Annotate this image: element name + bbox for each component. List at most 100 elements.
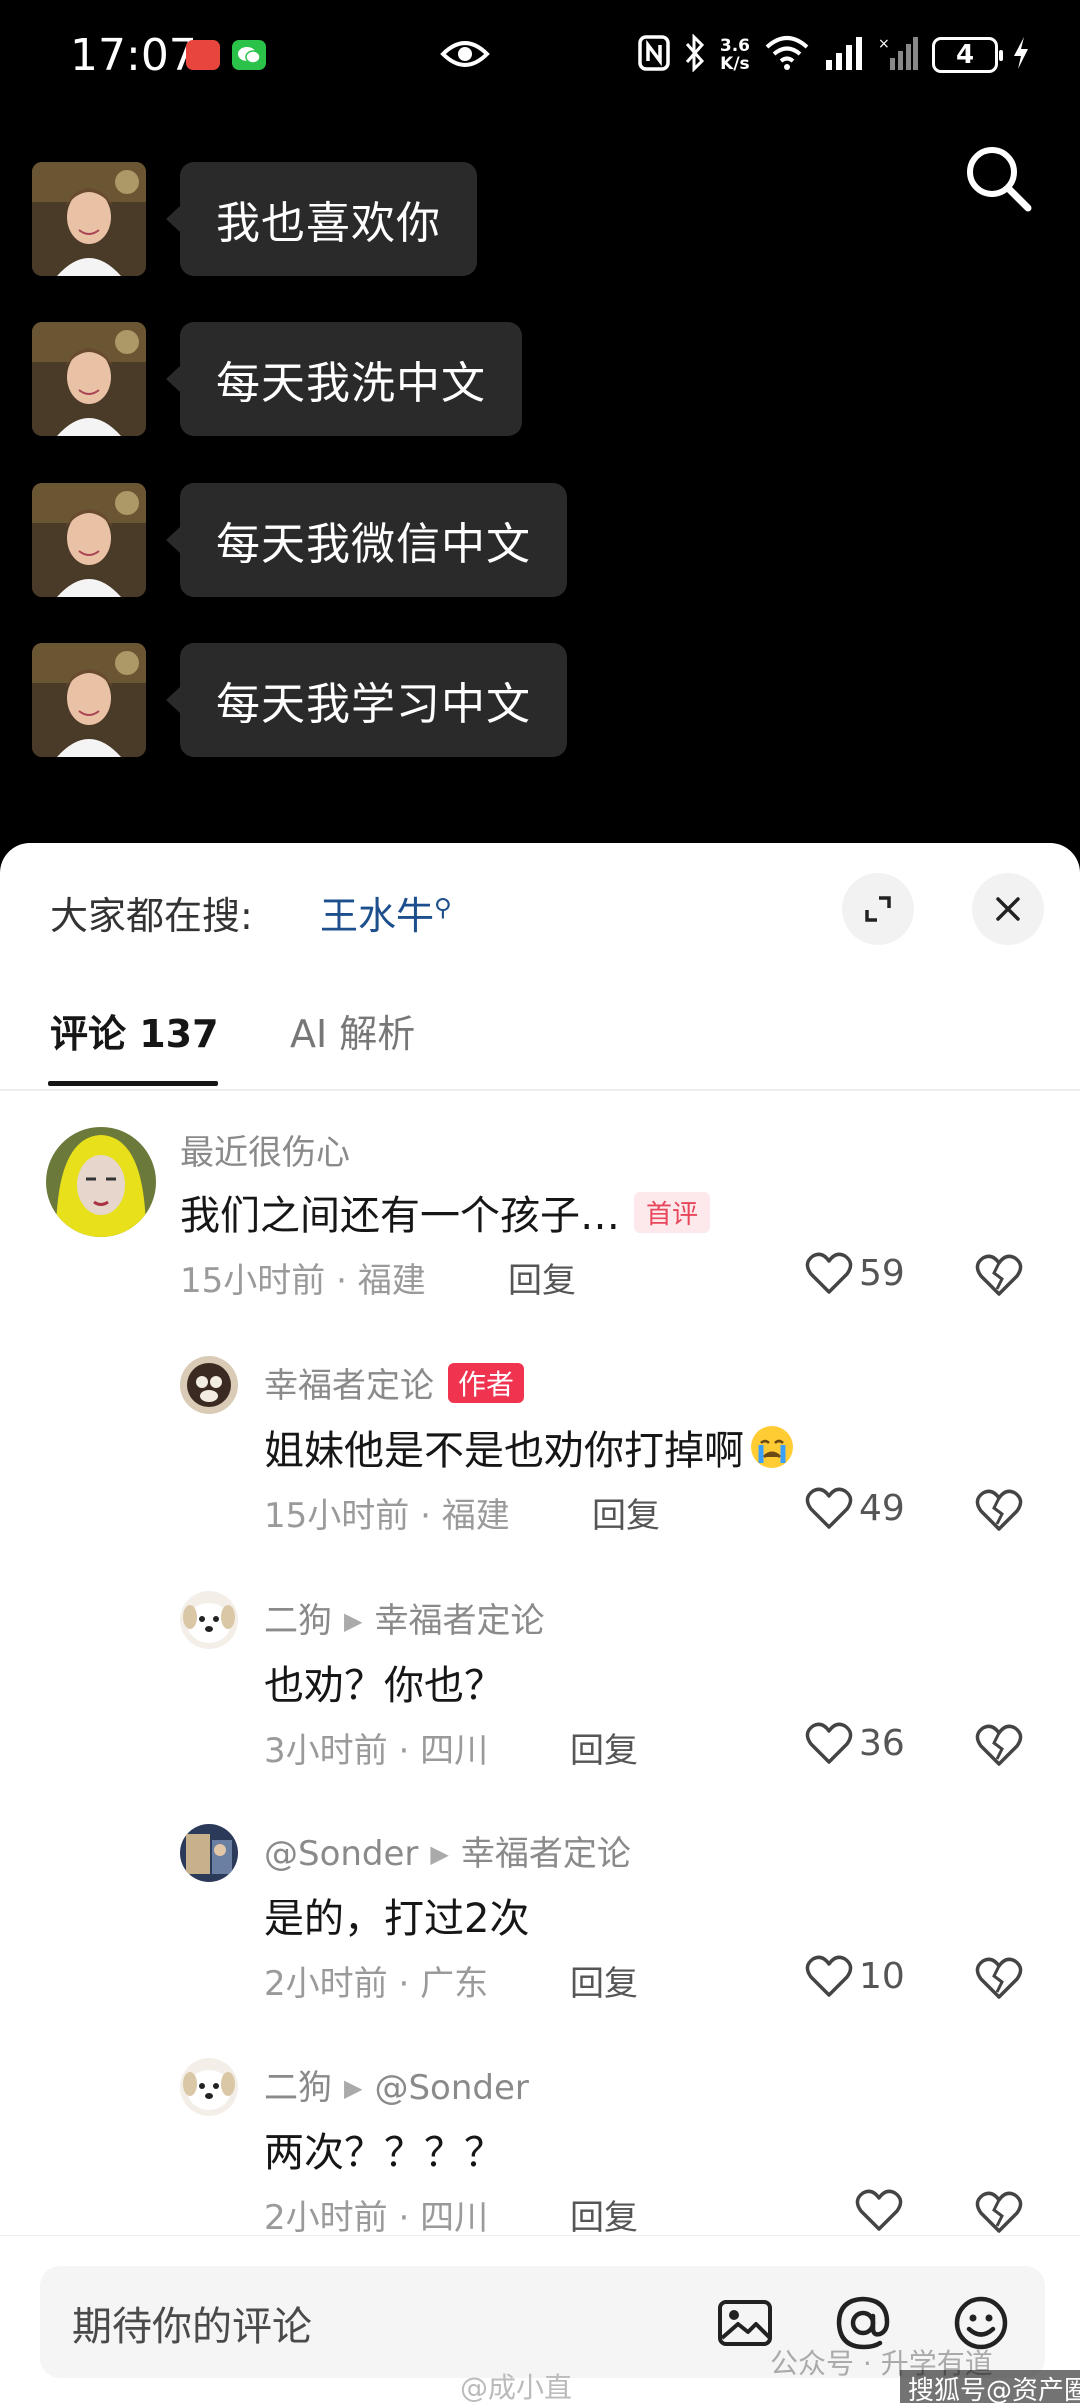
dislike-button[interactable] bbox=[975, 2190, 1023, 2238]
heart-icon bbox=[805, 1955, 853, 1997]
tab-comments[interactable]: 评论 137 bbox=[50, 1003, 219, 1058]
reply-item: 幸福者定论 作者 姐妹他是不是也劝你打掉啊 15小时前 · 福建 回复 49 bbox=[0, 1348, 1080, 1578]
dislike-button[interactable] bbox=[975, 1956, 1023, 2004]
chat-message: 每天我微信中文 bbox=[32, 483, 567, 597]
reply-author[interactable]: @Sonder ▶ 幸福者定论 bbox=[264, 1826, 631, 1875]
reply-author[interactable]: 二狗 ▶ @Sonder bbox=[264, 2060, 529, 2109]
heart-icon bbox=[805, 1487, 853, 1529]
charging-icon bbox=[1012, 36, 1030, 74]
broken-heart-icon bbox=[975, 1957, 1023, 1999]
tab-active-indicator bbox=[48, 1081, 218, 1086]
like-count: 49 bbox=[859, 1487, 905, 1529]
trending-label: 大家都在搜: bbox=[50, 894, 253, 938]
bluetooth-icon bbox=[684, 33, 706, 76]
comment-text: 我们之间还有一个孩子… 首评 bbox=[180, 1183, 711, 1241]
reply-author[interactable]: 二狗 ▶ 幸福者定论 bbox=[264, 1593, 544, 1642]
avatar bbox=[32, 483, 146, 597]
reply-button[interactable]: 回复 bbox=[508, 1253, 576, 1302]
reply-button[interactable]: 回复 bbox=[570, 1723, 638, 1772]
reply-meta: 2小时前 · 四川 bbox=[264, 2198, 489, 2238]
battery-indicator: 4 bbox=[932, 37, 1003, 73]
reply-author[interactable]: 幸福者定论 作者 bbox=[264, 1358, 525, 1407]
avatar[interactable] bbox=[46, 1127, 156, 1237]
reply-button[interactable]: 回复 bbox=[570, 2190, 638, 2239]
reply-item: @Sonder ▶ 幸福者定论 是的，打过2次 2小时前 · 广东 回复 10 bbox=[0, 1816, 1080, 2046]
reply-arrow-icon: ▶ bbox=[344, 1607, 363, 1635]
expand-button[interactable] bbox=[842, 873, 914, 945]
like-button[interactable]: 49 bbox=[805, 1486, 905, 1530]
reply-text: 是的，打过2次 bbox=[264, 1896, 530, 1942]
notification-app-icon bbox=[186, 40, 220, 70]
reply-meta: 15小时前 · 福建 bbox=[264, 1496, 510, 1536]
dislike-button[interactable] bbox=[975, 1488, 1023, 1536]
comment-author[interactable]: 最近很伤心 bbox=[180, 1125, 350, 1174]
reply-arrow-icon: ▶ bbox=[430, 1840, 449, 1868]
wifi-icon bbox=[764, 35, 810, 75]
broken-heart-icon bbox=[975, 1489, 1023, 1531]
signal-2-icon: × bbox=[878, 36, 918, 74]
broken-heart-icon bbox=[975, 2191, 1023, 2233]
tab-ai-analysis[interactable]: AI 解析 bbox=[290, 1003, 415, 1058]
reply-text: 两次？？？？ bbox=[264, 2130, 504, 2176]
search-button[interactable] bbox=[960, 140, 1036, 216]
chat-message: 每天我学习中文 bbox=[32, 643, 567, 757]
chat-bubble: 每天我学习中文 bbox=[166, 643, 567, 757]
nfc-icon bbox=[638, 35, 670, 75]
signal-icon bbox=[824, 36, 864, 74]
broken-heart-icon bbox=[975, 1724, 1023, 1766]
like-button[interactable]: 10 bbox=[805, 1954, 905, 1998]
search-icon bbox=[967, 147, 1032, 212]
heart-icon bbox=[805, 1252, 853, 1294]
avatar[interactable] bbox=[180, 1356, 238, 1414]
reply-item: 二狗 ▶ 幸福者定论 也劝？你也？ 3小时前 · 四川 回复 36 bbox=[0, 1583, 1080, 1813]
net-speed: 3.6 K/s bbox=[719, 36, 750, 74]
image-icon bbox=[718, 2300, 772, 2346]
dislike-button[interactable] bbox=[975, 1253, 1023, 1301]
avatar[interactable] bbox=[180, 2058, 238, 2116]
image-picker-button[interactable] bbox=[716, 2294, 774, 2352]
like-button[interactable]: 59 bbox=[805, 1251, 905, 1295]
avatar[interactable] bbox=[180, 1824, 238, 1882]
reply-meta: 3小时前 · 四川 bbox=[264, 1731, 489, 1771]
wechat-notification-icon bbox=[232, 40, 266, 70]
search-small-icon: ⚲ bbox=[434, 893, 452, 922]
comment-input-bar: 期待你的评论 @成小直 公众号 · 升学有道 搜狐号@资产圈 bbox=[0, 2235, 1080, 2403]
reply-meta: 2小时前 · 广东 bbox=[264, 1964, 489, 2004]
divider bbox=[0, 1089, 1080, 1091]
like-count: 10 bbox=[859, 1955, 905, 1997]
like-count: 36 bbox=[859, 1722, 905, 1764]
sohu-watermark: 搜狐号@资产圈 bbox=[900, 2370, 1080, 2403]
chat-message: 我也喜欢你 bbox=[32, 162, 477, 276]
reply-arrow-icon: ▶ bbox=[344, 2074, 363, 2102]
avatar bbox=[32, 162, 146, 276]
avatar bbox=[32, 322, 146, 436]
chat-bubble: 每天我洗中文 bbox=[166, 322, 522, 436]
comment-item: 最近很伤心 我们之间还有一个孩子… 首评 15小时前 · 福建 回复 59 bbox=[0, 1113, 1080, 1333]
comment-input-placeholder[interactable]: 期待你的评论 bbox=[72, 2294, 312, 2352]
broken-heart-icon bbox=[975, 1254, 1023, 1296]
avatar[interactable] bbox=[180, 1591, 238, 1649]
comment-meta: 15小时前 · 福建 bbox=[180, 1261, 426, 1301]
comment-sheet: 大家都在搜: 王水牛⚲ 评论 137 AI 解析 最近很伤心 我们之间还有一个孩… bbox=[0, 843, 1080, 2403]
author-badge: 作者 bbox=[448, 1362, 525, 1403]
reply-item: 二狗 ▶ @Sonder 两次？？？？ 2小时前 · 四川 回复 bbox=[0, 2050, 1080, 2240]
status-bar: 17:07 3.6 K/s × 4 bbox=[0, 0, 1080, 112]
close-button[interactable] bbox=[972, 873, 1044, 945]
reply-button[interactable]: 回复 bbox=[570, 1956, 638, 2005]
like-button[interactable]: 36 bbox=[805, 1721, 905, 1765]
reply-text: 姐妹他是不是也劝你打掉啊 bbox=[264, 1418, 796, 1476]
like-button[interactable] bbox=[855, 2188, 903, 2232]
trending-search-link[interactable]: 王水牛⚲ bbox=[320, 885, 452, 940]
expand-icon bbox=[865, 896, 891, 922]
chat-message: 每天我洗中文 bbox=[32, 322, 522, 436]
crying-emoji-icon bbox=[751, 1426, 793, 1468]
chat-bubble: 我也喜欢你 bbox=[166, 162, 477, 276]
heart-icon bbox=[805, 1722, 853, 1764]
avatar bbox=[32, 643, 146, 757]
like-count: 59 bbox=[859, 1252, 905, 1294]
dislike-button[interactable] bbox=[975, 1723, 1023, 1771]
first-comment-badge: 首评 bbox=[634, 1191, 711, 1233]
status-time: 17:07 bbox=[70, 30, 197, 81]
reply-text: 也劝？你也？ bbox=[264, 1663, 504, 1709]
reply-button[interactable]: 回复 bbox=[592, 1488, 660, 1537]
